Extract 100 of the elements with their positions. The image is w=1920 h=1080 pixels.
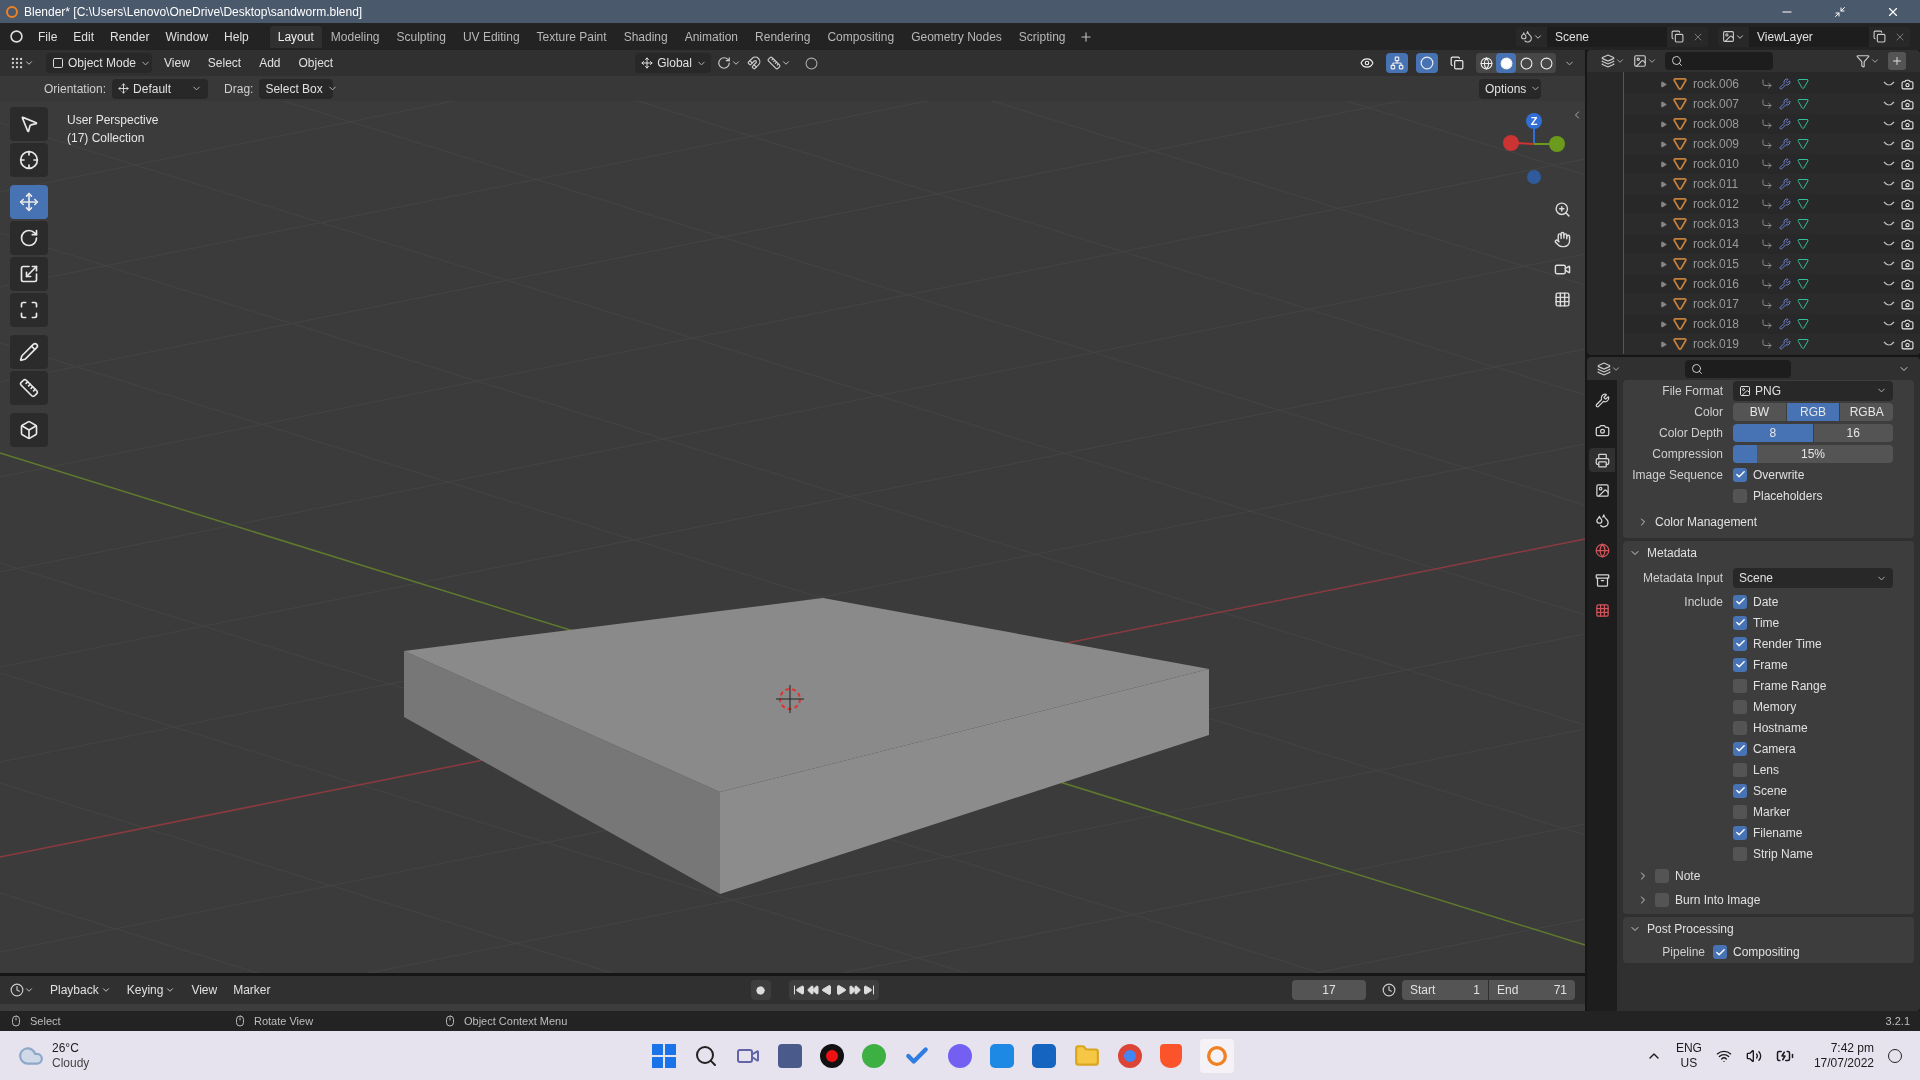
copy-icon[interactable]: [1671, 30, 1684, 43]
checkbox[interactable]: [1733, 783, 1747, 798]
subpanel-title[interactable]: Burn Into Image: [1675, 891, 1761, 909]
grid-icon[interactable]: [1553, 290, 1571, 308]
magnet-icon[interactable]: [747, 56, 762, 70]
checkbox[interactable]: [1733, 615, 1747, 630]
menu-item[interactable]: Add: [253, 53, 287, 73]
filter-mode-icon[interactable]: [1633, 54, 1647, 68]
clock-date[interactable]: 17/07/2022: [1813, 1055, 1874, 1071]
camera-icon[interactable]: [1901, 177, 1914, 191]
scene-icon[interactable]: [1520, 30, 1533, 43]
expand-arrow-icon[interactable]: [1660, 80, 1667, 88]
outliner-item[interactable]: rock.016: [1693, 275, 1755, 293]
editor-type-icon[interactable]: [10, 983, 24, 997]
pivot-icon[interactable]: [717, 56, 732, 70]
navigation-gizmo[interactable]: Z: [1496, 111, 1572, 191]
mode-dropdown[interactable]: Object Mode: [46, 53, 152, 73]
closed-eye-icon[interactable]: [1883, 100, 1895, 108]
next-keyframe-icon[interactable]: [848, 984, 861, 996]
app-icon[interactable]: [778, 1043, 802, 1068]
menu-item[interactable]: File: [31, 25, 65, 48]
tool-button[interactable]: [10, 143, 48, 177]
panel-title[interactable]: Metadata: [1647, 544, 1698, 562]
outliner-item[interactable]: rock.015: [1693, 255, 1755, 273]
camera-icon[interactable]: [1901, 277, 1914, 291]
camera-icon[interactable]: [1901, 77, 1914, 91]
menu-item[interactable]: Help: [217, 25, 256, 48]
outliner-item[interactable]: rock.012: [1693, 195, 1755, 213]
tool-button[interactable]: [10, 221, 48, 255]
scene-field[interactable]: Scene: [1547, 26, 1667, 47]
closed-eye-icon[interactable]: [1883, 280, 1895, 288]
app-logo-icon[interactable]: [10, 30, 23, 43]
checkbox[interactable]: [1733, 657, 1747, 672]
workspace-tab[interactable]: Scripting: [1010, 25, 1074, 48]
hand-icon[interactable]: [1553, 230, 1571, 248]
expand-arrow-icon[interactable]: [1660, 120, 1667, 128]
temperature-text[interactable]: 26°C: [52, 1040, 90, 1056]
workspace-tab[interactable]: Rendering: [747, 25, 819, 48]
snap-target-icon[interactable]: [767, 56, 782, 70]
outliner-item[interactable]: rock.013: [1693, 215, 1755, 233]
menu-item[interactable]: View: [185, 980, 224, 1000]
camera-icon[interactable]: [1901, 117, 1914, 131]
outliner-item[interactable]: rock.017: [1693, 295, 1755, 313]
view-layer-icon[interactable]: [1722, 30, 1735, 43]
menu-item[interactable]: Select: [201, 53, 248, 73]
closed-eye-icon[interactable]: [1883, 140, 1895, 148]
metadata-input-dropdown[interactable]: Scene: [1733, 568, 1893, 588]
search-field[interactable]: [1665, 52, 1773, 70]
tool-button[interactable]: [10, 257, 48, 291]
closed-eye-icon[interactable]: [1883, 300, 1895, 308]
tool-button[interactable]: [10, 293, 48, 327]
outliner-item[interactable]: rock.007: [1693, 95, 1755, 113]
display-mode-icon[interactable]: [1601, 54, 1615, 68]
tool-button[interactable]: [10, 107, 48, 141]
menu-item[interactable]: Window: [158, 25, 216, 48]
tool-button[interactable]: [10, 335, 48, 369]
camera-icon[interactable]: [1901, 157, 1914, 171]
start-frame-field[interactable]: Start 1: [1402, 980, 1488, 1000]
timeline-scrollbar[interactable]: [0, 1004, 1585, 1011]
browser-icon[interactable]: [1118, 1043, 1142, 1068]
menu-item[interactable]: Playback: [44, 980, 117, 1000]
clock-icon[interactable]: [1382, 983, 1396, 997]
clock-time[interactable]: 7:42 pm: [1830, 1040, 1874, 1056]
closed-eye-icon[interactable]: [1883, 80, 1895, 88]
expand-arrow-icon[interactable]: [1660, 180, 1667, 188]
proportional-edit-icon[interactable]: [805, 56, 819, 70]
add-workspace-icon[interactable]: [1078, 29, 1093, 44]
expand-arrow-icon[interactable]: [1660, 320, 1667, 328]
outliner-item[interactable]: rock.008: [1693, 115, 1755, 133]
properties-tab[interactable]: [1589, 448, 1615, 472]
camera-icon[interactable]: [1901, 217, 1914, 231]
editor-type-icon[interactable]: [1597, 361, 1611, 376]
checkbox[interactable]: [1733, 636, 1747, 651]
windows-logo-icon[interactable]: [652, 1043, 676, 1068]
checkbox[interactable]: [1733, 825, 1747, 840]
orientation-dropdown[interactable]: Default: [112, 78, 209, 99]
filter-icon[interactable]: [1856, 54, 1870, 68]
panel-title[interactable]: Post Processing: [1647, 920, 1734, 938]
color-mode-button[interactable]: RGBA: [1840, 402, 1893, 421]
checkbox[interactable]: [1733, 467, 1747, 482]
expand-arrow-icon[interactable]: [1660, 300, 1667, 308]
checkbox[interactable]: [1733, 741, 1747, 756]
transform-orientation-dropdown[interactable]: Global: [635, 53, 712, 73]
workspace-tab[interactable]: Texture Paint: [528, 25, 615, 48]
search-icon[interactable]: [694, 1043, 718, 1068]
expand-arrow-icon[interactable]: [1660, 200, 1667, 208]
workspace-tab[interactable]: Layout: [269, 25, 322, 48]
color-depth-button[interactable]: 8: [1733, 423, 1813, 442]
app-icon[interactable]: [1032, 1043, 1056, 1068]
workspace-tab[interactable]: UV Editing: [454, 25, 528, 48]
new-collection-button[interactable]: [1888, 52, 1906, 70]
record-button[interactable]: [750, 980, 771, 1000]
expand-arrow-icon[interactable]: [1660, 220, 1667, 228]
workspace-tab[interactable]: Shading: [615, 25, 676, 48]
color-depth-button[interactable]: 16: [1813, 423, 1893, 442]
closed-eye-icon[interactable]: [1883, 340, 1895, 348]
camera-icon[interactable]: [1901, 257, 1914, 271]
menu-item[interactable]: Object: [292, 53, 340, 73]
expand-arrow-icon[interactable]: [1660, 100, 1667, 108]
editor-type-icon[interactable]: [10, 56, 24, 70]
